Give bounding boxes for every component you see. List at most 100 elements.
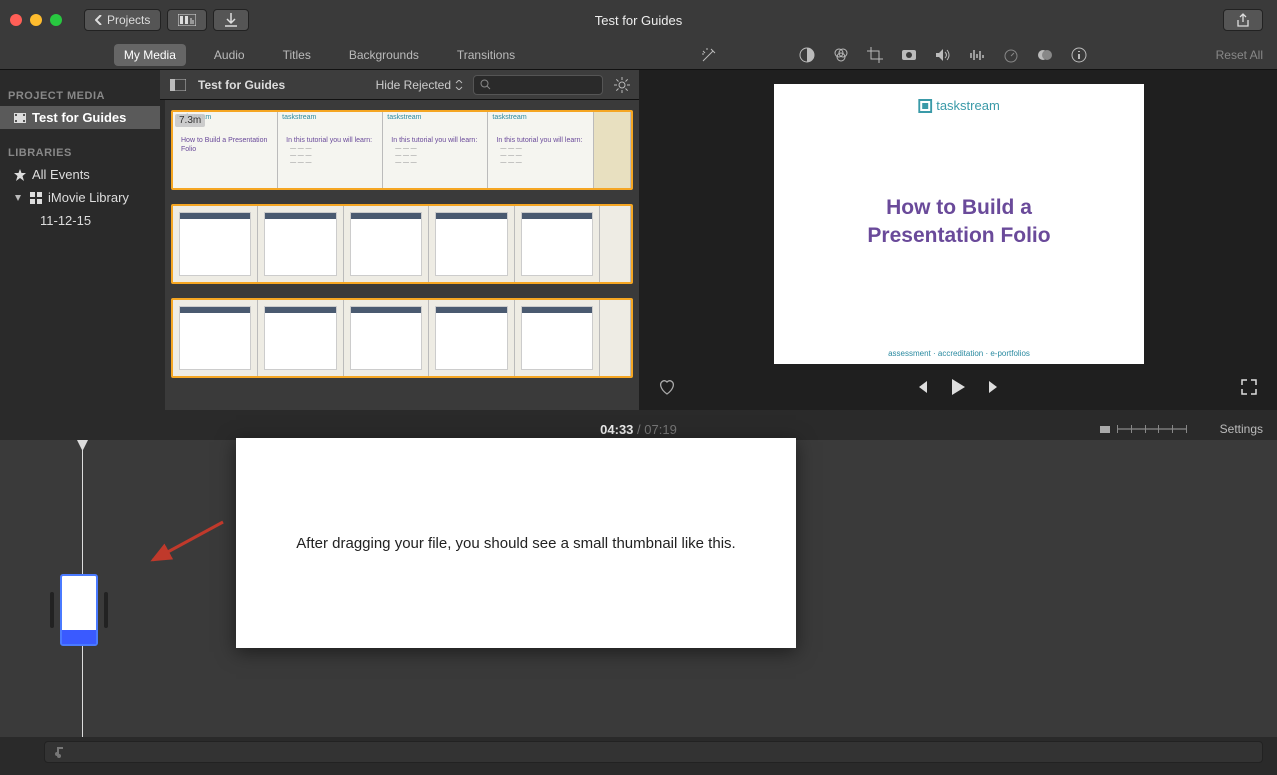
zoom-window-button[interactable] [50,14,62,26]
updown-chevron-icon [455,80,463,90]
download-arrow-icon [225,13,237,27]
preview-slide-footer: assessment · accreditation · e-portfolio… [774,349,1144,358]
stabilization-icon[interactable] [899,45,919,65]
enhance-magic-icon[interactable] [699,45,719,65]
sidebar-item-project[interactable]: Test for Guides [0,106,160,129]
clip-thumbnail[interactable] [515,206,600,282]
preview-pane: taskstream How to Build a Presentation F… [639,70,1277,410]
timecode-row: 04:33 / 07:19 Settings [0,418,1277,440]
clip-thumbnail[interactable]: taskstreamIn this tutorial you will lear… [278,112,383,188]
minimize-window-button[interactable] [30,14,42,26]
clip-thumbnail[interactable] [600,206,631,282]
clip-filter-icon[interactable] [1035,45,1055,65]
back-to-projects-button[interactable]: Projects [84,9,161,31]
timecode-display: 04:33 / 07:19 [600,422,677,437]
music-note-icon [53,746,65,758]
timecode-total: 07:19 [644,422,677,437]
preview-controls [639,372,1277,402]
clip-thumbnail[interactable]: taskstreamIn this tutorial you will lear… [383,112,488,188]
fullscreen-button[interactable] [1239,377,1259,397]
reset-all-button[interactable]: Reset All [1216,48,1263,62]
clip-thumbnail[interactable] [173,206,258,282]
tab-backgrounds[interactable]: Backgrounds [339,44,429,66]
thumbnail-size-icon [1099,423,1111,435]
next-frame-button[interactable] [984,377,1004,397]
filter-label: Hide Rejected [376,78,451,92]
volume-icon[interactable] [933,45,953,65]
sidebar-library-label: iMovie Library [48,190,129,205]
back-label: Projects [107,13,150,27]
clip-thumbnail[interactable] [429,300,514,376]
timeline-clip-thumbnail[interactable] [60,574,98,646]
clip-thumbnail[interactable] [594,112,631,188]
tab-transitions[interactable]: Transitions [447,44,525,66]
clip-thumbnail[interactable] [258,206,343,282]
share-button[interactable] [1223,9,1263,31]
window-title: Test for Guides [595,13,682,28]
sidebar: PROJECT MEDIA Test for Guides LIBRARIES … [0,70,160,410]
sidebar-item-all-events[interactable]: All Events [0,163,160,186]
speed-icon[interactable] [1001,45,1021,65]
clip-thumbnail[interactable] [515,300,600,376]
preview-brand-logo: taskstream [918,98,1000,113]
audio-track-well[interactable] [44,741,1263,763]
clip-thumbnail[interactable] [600,300,631,376]
brand-mark-icon [918,99,932,113]
sidebar-all-events-label: All Events [32,167,90,182]
chevron-left-icon [95,15,103,25]
clip-thumbnail[interactable] [258,300,343,376]
timeline-settings-button[interactable]: Settings [1220,422,1263,436]
browser-settings-gear-icon[interactable] [613,76,631,94]
star-icon [14,169,26,181]
zoom-control[interactable] [1099,423,1187,435]
clip-browser[interactable]: 7.3m taskstreamHow to Build a Presentati… [165,100,639,410]
filter-dropdown[interactable]: Hide Rejected [376,78,463,92]
media-tabs: My Media Audio Titles Backgrounds Transi… [0,40,639,69]
annotation-callout: After dragging your file, you should see… [236,438,796,648]
noise-equalizer-icon[interactable] [967,45,987,65]
clip-thumbnail[interactable] [173,300,258,376]
library-view-button[interactable] [167,9,207,31]
sidebar-item-library[interactable]: iMovie Library [0,186,160,209]
clip-duration-badge: 7.3m [175,114,205,127]
clip-trim-handle-right[interactable] [104,592,108,628]
prev-frame-button[interactable] [912,377,932,397]
color-correction-icon[interactable] [831,45,851,65]
import-button[interactable] [213,9,249,31]
disclosure-triangle-icon[interactable] [14,194,22,202]
tab-audio[interactable]: Audio [204,44,255,66]
clip-filmstrip-row[interactable]: 7.3m taskstreamHow to Build a Presentati… [171,110,633,190]
clip-filmstrip-row[interactable] [171,298,633,378]
crop-icon[interactable] [865,45,885,65]
sidebar-heading-libraries: LIBRARIES [0,143,160,163]
color-balance-icon[interactable] [797,45,817,65]
window-controls [10,14,62,26]
close-window-button[interactable] [10,14,22,26]
sidebar-project-label: Test for Guides [32,110,126,125]
adjustment-tools: Reset All [639,40,1277,69]
timecode-separator: / [637,422,641,437]
preview-viewport[interactable]: taskstream How to Build a Presentation F… [774,84,1144,364]
titlebar: Projects Test for Guides [0,0,1277,40]
sidebar-heading-project: PROJECT MEDIA [0,86,160,106]
timecode-current: 04:33 [600,422,633,437]
sidebar-item-event[interactable]: 11-12-15 [0,209,160,232]
clip-thumbnail[interactable] [344,300,429,376]
toolbar-group: Projects [84,9,249,31]
search-input[interactable] [473,75,603,95]
clip-thumbnail[interactable] [429,206,514,282]
clip-thumbnail[interactable] [344,206,429,282]
share-icon [1236,13,1250,27]
clip-thumbnail[interactable]: taskstreamIn this tutorial you will lear… [488,112,593,188]
browser-project-name: Test for Guides [198,78,285,92]
tab-my-media[interactable]: My Media [114,44,186,66]
clip-trim-handle-left[interactable] [50,592,54,628]
favorite-heart-icon[interactable] [657,377,677,397]
sidebar-toggle-icon[interactable] [168,75,188,95]
play-button[interactable] [948,377,968,397]
clip-filmstrip-row[interactable] [171,204,633,284]
tab-titles[interactable]: Titles [273,44,321,66]
info-icon[interactable] [1069,45,1089,65]
film-icon [14,112,26,124]
zoom-slider[interactable] [1117,428,1187,430]
